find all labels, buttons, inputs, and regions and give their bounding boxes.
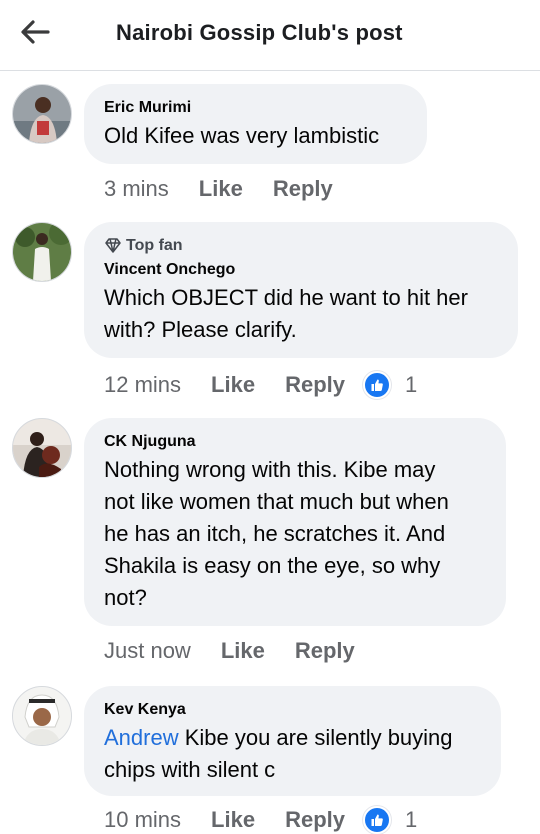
reaction-summary[interactable]: 1 xyxy=(363,806,417,834)
comment-text: Old Kifee was very lambistic xyxy=(104,123,380,148)
comment-time[interactable]: 10 mins xyxy=(104,807,181,833)
comment-text-line: chips with silent c xyxy=(104,757,276,782)
reaction-count: 1 xyxy=(405,372,418,397)
reply-button[interactable]: Reply xyxy=(295,638,355,664)
comment-text-line: not? xyxy=(104,585,147,610)
comment-text: Which OBJECT did he want to hit her with… xyxy=(104,282,498,346)
comment-bubble: Top fan Vincent Onchego Which OBJECT did… xyxy=(84,222,518,358)
comment-text: Nothing wrong with this. Kibe may not li… xyxy=(104,454,486,614)
like-button[interactable]: Like xyxy=(211,807,255,833)
comment-text-line: with? Please clarify. xyxy=(104,317,297,342)
comment-text-line: he has an itch, he scratches it. And xyxy=(104,521,446,546)
comment-actions: 10 mins Like Reply 1 xyxy=(104,806,417,834)
comment-time[interactable]: 3 mins xyxy=(104,176,169,202)
comment-text-line: Which OBJECT did he want to hit her xyxy=(104,285,468,310)
comment-actions: Just now Like Reply xyxy=(104,638,355,664)
comment-time[interactable]: Just now xyxy=(104,638,191,664)
commenter-name[interactable]: Vincent Onchego xyxy=(104,260,498,280)
avatar[interactable] xyxy=(12,418,72,478)
back-arrow-icon[interactable] xyxy=(14,14,58,50)
comment-text: Andrew Kibe you are silently buying chip… xyxy=(104,722,481,786)
comment-bubble: CK Njuguna Nothing wrong with this. Kibe… xyxy=(84,418,506,626)
post-header: Nairobi Gossip Club's post xyxy=(0,0,540,71)
top-fan-label: Top fan xyxy=(126,237,183,254)
comment-bubble: Kev Kenya Andrew Kibe you are silently b… xyxy=(84,686,501,796)
avatar[interactable] xyxy=(12,84,72,144)
comment-actions: 12 mins Like Reply 1 xyxy=(104,371,417,399)
page-title: Nairobi Gossip Club's post xyxy=(116,20,403,45)
mention-link[interactable]: Andrew xyxy=(104,725,179,750)
reply-button[interactable]: Reply xyxy=(285,372,345,398)
commenter-name[interactable]: Kev Kenya xyxy=(104,700,481,720)
diamond-icon xyxy=(104,238,122,254)
comment-text-fragment: Kibe you are silently buying xyxy=(178,725,453,750)
comment-text-line: not like women that much but when xyxy=(104,489,449,514)
comment-bubble: Eric Murimi Old Kifee was very lambistic xyxy=(84,84,427,164)
comment-text-line: Nothing wrong with this. Kibe may xyxy=(104,457,436,482)
like-button[interactable]: Like xyxy=(199,176,243,202)
thumbs-up-icon xyxy=(363,806,391,834)
avatar[interactable] xyxy=(12,222,72,282)
thumbs-up-icon xyxy=(363,371,391,399)
comment-time[interactable]: 12 mins xyxy=(104,372,181,398)
comment-actions: 3 mins Like Reply xyxy=(104,176,333,202)
top-fan-badge: Top fan xyxy=(104,236,498,256)
like-button[interactable]: Like xyxy=(211,372,255,398)
reaction-count: 1 xyxy=(405,807,418,832)
like-button[interactable]: Like xyxy=(221,638,265,664)
commenter-name[interactable]: Eric Murimi xyxy=(104,98,407,118)
avatar[interactable] xyxy=(12,686,72,746)
commenter-name[interactable]: CK Njuguna xyxy=(104,432,486,452)
reply-button[interactable]: Reply xyxy=(285,807,345,833)
reply-button[interactable]: Reply xyxy=(273,176,333,202)
reaction-summary[interactable]: 1 xyxy=(363,371,417,399)
comment-text-line: Andrew Kibe you are silently buying xyxy=(104,722,481,754)
comment-text-line: Shakila is easy on the eye, so why xyxy=(104,553,441,578)
